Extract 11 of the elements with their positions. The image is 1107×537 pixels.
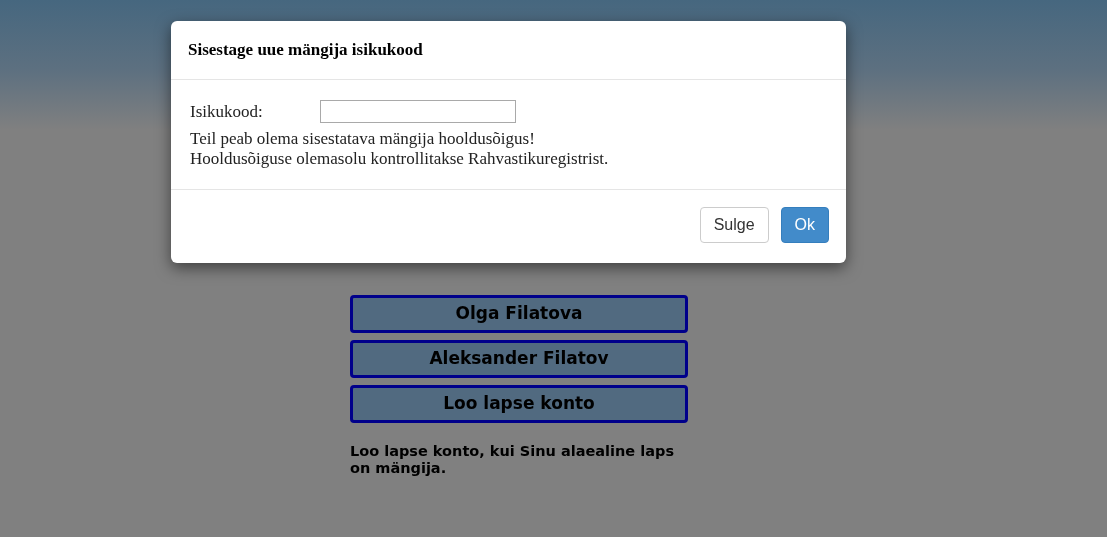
input-field[interactable] [320, 100, 516, 123]
notice-text: Teil peab olema sisestatava mängija hooldusõigus! [190, 129, 536, 149]
account-button[interactable]: Olga Filatova [350, 295, 688, 333]
account-button[interactable]: Aleksander Filatov [350, 340, 688, 378]
field-label: Isikukood: [190, 101, 264, 122]
close-button[interactable]: Sulge [699, 207, 769, 243]
dialog-title: Sisestage uue mängija isikukood [188, 39, 423, 62]
ok-button[interactable]: Ok [780, 207, 829, 243]
notice-text: Hooldusõiguse olemasolu kontrollitakse Rahvastikuregistrist. [190, 149, 610, 169]
hint-text: Loo lapse konto, kui Sinu alaealine laps on mängija. [350, 443, 675, 477]
account-button[interactable]: Loo lapse konto [350, 385, 688, 423]
